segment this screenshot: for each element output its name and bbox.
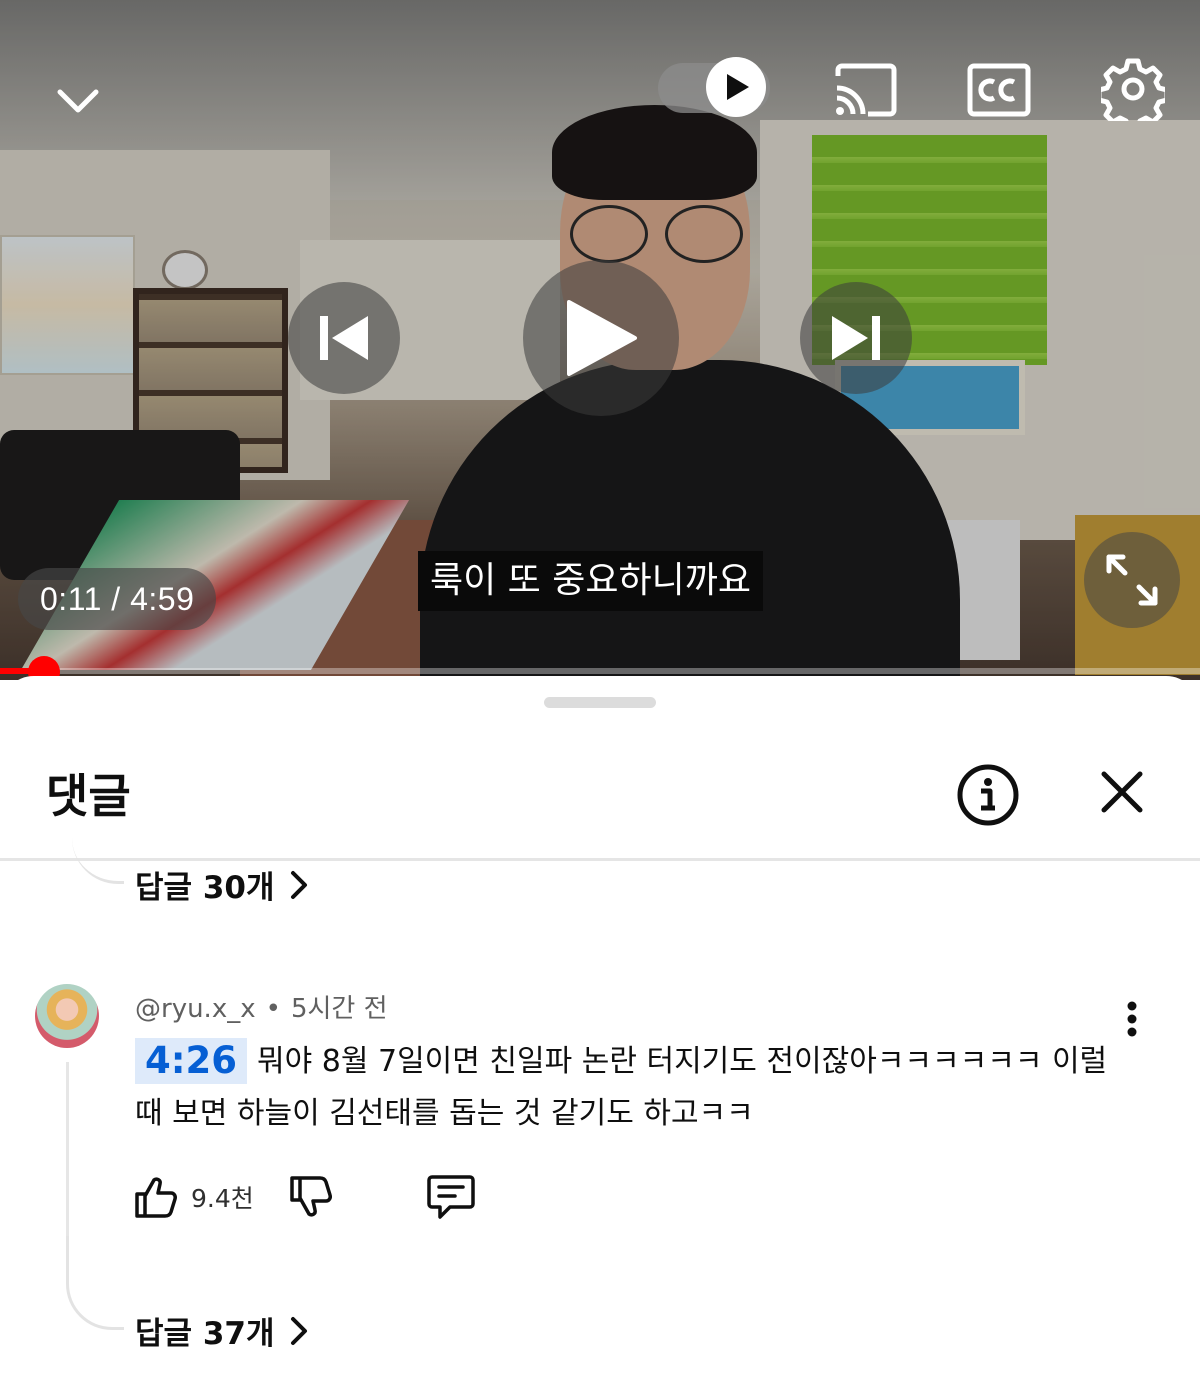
closed-captions-icon [967,63,1031,117]
comment-text: 뭐야 8월 7일이면 친일파 논란 터지기도 전이잖아ㅋㅋㅋㅋㅋㅋ 이럴 때 보… [135,1044,1108,1131]
avatar[interactable] [35,984,99,1048]
close-icon [1101,771,1143,813]
drag-handle[interactable] [544,697,656,708]
video-subtitle: 룩이 또 중요하니까요 [418,551,763,611]
skip-next-icon [832,316,880,360]
captions-button[interactable] [966,62,1032,118]
chevron-right-icon [290,1316,307,1345]
settings-button[interactable] [1100,56,1166,122]
autoplay-toggle-icon [706,57,766,117]
view-replies-button[interactable]: 답글 37개 [135,1308,309,1353]
time-current: 0:11 [40,581,102,617]
timestamp-link[interactable]: 4:26 [135,1038,248,1084]
meta-separator: • [265,994,281,1024]
comments-sheet: 댓글 답글 30개 @ryu.x_x • 5시간 전 4:26 뭐야 8월 7일이면 … [0,676,1200,1387]
previous-button[interactable] [288,282,400,394]
thumbs-up-icon [135,1177,177,1218]
fullscreen-button[interactable] [1084,532,1180,628]
comment-time: 5시간 전 [290,994,388,1024]
dislike-button[interactable] [288,1174,334,1220]
autoplay-toggle[interactable] [658,55,770,121]
progress-bar[interactable] [0,668,1200,674]
like-button[interactable]: 9.4천 [133,1174,288,1220]
comment-author[interactable]: @ryu.x_x [135,994,256,1024]
comment-actions: 9.4천 [133,1172,476,1222]
header-divider [0,858,1200,861]
comments-title: 댓글 [46,769,131,823]
time-total: 4:59 [130,581,195,617]
replies-count-label: 답글 37개 [135,1316,275,1352]
comment-reply-icon [427,1175,475,1219]
comment-meta: @ryu.x_x • 5시간 전 [135,988,388,1025]
play-icon [567,300,637,376]
info-icon [957,764,1019,826]
close-button[interactable] [1092,762,1152,822]
cast-icon [835,63,897,117]
time-display: 0:11 / 4:59 [18,568,217,630]
time-separator: / [111,581,121,617]
reply-button[interactable] [426,1173,476,1221]
more-vertical-icon [1127,1001,1137,1037]
chevron-right-icon [290,870,307,899]
comment-text-block: 4:26 뭐야 8월 7일이면 친일파 논란 터지기도 전이잖아ㅋㅋㅋㅋㅋㅋ 이럴… [135,1036,1120,1140]
collapse-button[interactable] [52,78,104,124]
replies-count-label: 답글 30개 [135,870,275,906]
info-button[interactable] [955,762,1021,828]
video-player[interactable]: 0:11 / 4:59 룩이 또 중요하니까요 [0,0,1200,680]
thumbs-down-icon [290,1176,332,1217]
cast-button[interactable] [830,60,900,120]
like-count: 9.4천 [191,1184,254,1213]
thread-connector [72,836,124,884]
play-button[interactable] [523,260,679,416]
chevron-down-icon [57,89,99,113]
view-replies-button[interactable]: 답글 30개 [135,862,309,907]
next-button[interactable] [800,282,912,394]
gear-icon [1101,58,1165,121]
fullscreen-icon [1106,554,1158,606]
skip-previous-icon [320,316,368,360]
thread-connector [66,1236,124,1330]
